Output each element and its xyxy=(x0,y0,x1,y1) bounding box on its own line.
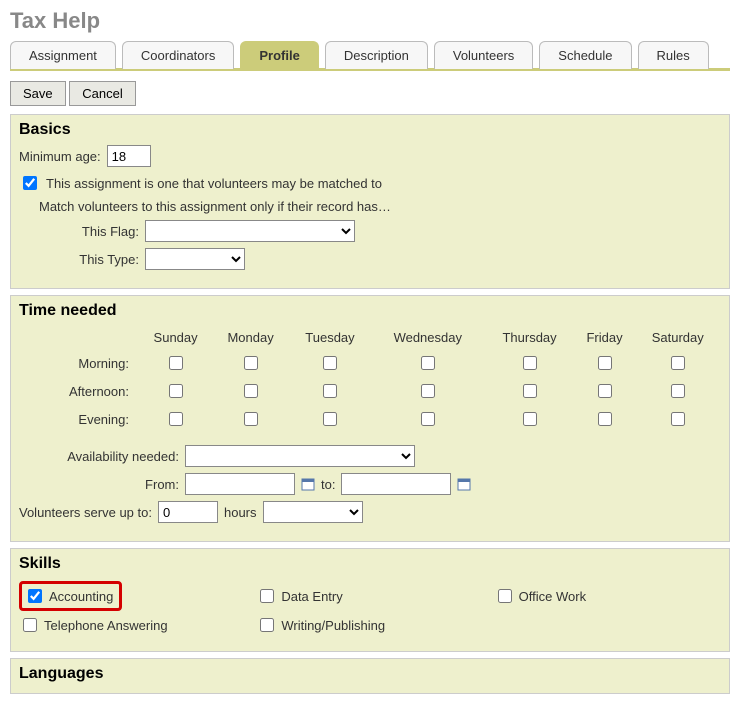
time-slot-checkbox[interactable] xyxy=(523,384,537,398)
serve-unit-select[interactable] xyxy=(263,501,363,523)
time-slot-checkbox[interactable] xyxy=(323,356,337,370)
type-select[interactable] xyxy=(145,248,245,270)
period-label: Afternoon: xyxy=(19,377,139,405)
time-slot-checkbox[interactable] xyxy=(523,412,537,426)
time-grid: SundayMondayTuesdayWednesdayThursdayFrid… xyxy=(19,326,721,433)
skill-label: Accounting xyxy=(49,589,113,604)
skill-checkbox[interactable] xyxy=(498,589,512,603)
skills-grid: Accounting Data Entry Office Work Telephone… xyxy=(19,579,721,639)
skill-checkbox[interactable] xyxy=(260,618,274,632)
save-button[interactable]: Save xyxy=(10,81,66,106)
skill-label: Writing/Publishing xyxy=(281,618,385,633)
tab-volunteers[interactable]: Volunteers xyxy=(434,41,533,69)
day-header: Wednesday xyxy=(371,326,485,349)
time-slot-checkbox[interactable] xyxy=(598,384,612,398)
day-header: Saturday xyxy=(635,326,721,349)
serve-hours-input[interactable] xyxy=(158,501,218,523)
to-input[interactable] xyxy=(341,473,451,495)
button-bar: Save Cancel xyxy=(10,71,730,114)
match-intro-label: Match volunteers to this assignment only… xyxy=(39,199,391,214)
time-slot-checkbox[interactable] xyxy=(244,412,258,426)
tab-description[interactable]: Description xyxy=(325,41,428,69)
serve-label: Volunteers serve up to: xyxy=(19,505,152,520)
languages-heading: Languages xyxy=(19,665,721,683)
calendar-icon[interactable] xyxy=(301,477,315,491)
to-label: to: xyxy=(321,477,335,492)
tab-schedule[interactable]: Schedule xyxy=(539,41,631,69)
type-label: This Type: xyxy=(69,252,139,267)
serve-unit-label: hours xyxy=(224,505,257,520)
matchable-checkbox[interactable] xyxy=(23,176,37,190)
availability-select[interactable] xyxy=(185,445,415,467)
skill-checkbox[interactable] xyxy=(260,589,274,603)
languages-panel: Languages xyxy=(10,658,730,694)
skill-label: Telephone Answering xyxy=(44,618,168,633)
basics-heading: Basics xyxy=(19,121,721,139)
skill-label: Office Work xyxy=(519,589,586,604)
day-header: Friday xyxy=(575,326,635,349)
tab-rules[interactable]: Rules xyxy=(638,41,709,69)
time-slot-checkbox[interactable] xyxy=(598,356,612,370)
time-slot-checkbox[interactable] xyxy=(244,384,258,398)
time-slot-checkbox[interactable] xyxy=(323,412,337,426)
day-header: Sunday xyxy=(139,326,212,349)
time-slot-checkbox[interactable] xyxy=(421,412,435,426)
time-slot-checkbox[interactable] xyxy=(421,384,435,398)
day-header: Tuesday xyxy=(289,326,371,349)
time-panel: Time needed SundayMondayTuesdayWednesday… xyxy=(10,295,730,542)
calendar-icon[interactable] xyxy=(457,477,471,491)
time-slot-checkbox[interactable] xyxy=(169,412,183,426)
tabstrip: AssignmentCoordinatorsProfileDescription… xyxy=(10,40,730,71)
availability-label: Availability needed: xyxy=(19,449,179,464)
day-header: Thursday xyxy=(485,326,575,349)
time-slot-checkbox[interactable] xyxy=(244,356,258,370)
flag-label: This Flag: xyxy=(69,224,139,239)
period-label: Evening: xyxy=(19,405,139,433)
time-slot-checkbox[interactable] xyxy=(671,384,685,398)
skill-label: Data Entry xyxy=(281,589,342,604)
page-title: Tax Help xyxy=(10,8,730,34)
skill-checkbox[interactable] xyxy=(28,589,42,603)
tab-coordinators[interactable]: Coordinators xyxy=(122,41,234,69)
time-slot-checkbox[interactable] xyxy=(523,356,537,370)
time-heading: Time needed xyxy=(19,302,721,320)
from-input[interactable] xyxy=(185,473,295,495)
time-slot-checkbox[interactable] xyxy=(671,412,685,426)
min-age-label: Minimum age: xyxy=(19,149,101,164)
skills-heading: Skills xyxy=(19,555,721,573)
time-slot-checkbox[interactable] xyxy=(598,412,612,426)
skill-checkbox[interactable] xyxy=(23,618,37,632)
day-header: Monday xyxy=(212,326,289,349)
min-age-input[interactable] xyxy=(107,145,151,167)
flag-select[interactable] xyxy=(145,220,355,242)
time-slot-checkbox[interactable] xyxy=(169,384,183,398)
period-label: Morning: xyxy=(19,349,139,377)
time-slot-checkbox[interactable] xyxy=(671,356,685,370)
tab-profile[interactable]: Profile xyxy=(240,41,318,69)
tab-assignment[interactable]: Assignment xyxy=(10,41,116,69)
time-slot-checkbox[interactable] xyxy=(169,356,183,370)
cancel-button[interactable]: Cancel xyxy=(69,81,135,106)
time-slot-checkbox[interactable] xyxy=(323,384,337,398)
basics-panel: Basics Minimum age: This assignment is o… xyxy=(10,114,730,289)
from-label: From: xyxy=(19,477,179,492)
skills-panel: Skills Accounting Data Entry Office Work Te… xyxy=(10,548,730,652)
time-slot-checkbox[interactable] xyxy=(421,356,435,370)
matchable-label: This assignment is one that volunteers m… xyxy=(46,176,382,191)
